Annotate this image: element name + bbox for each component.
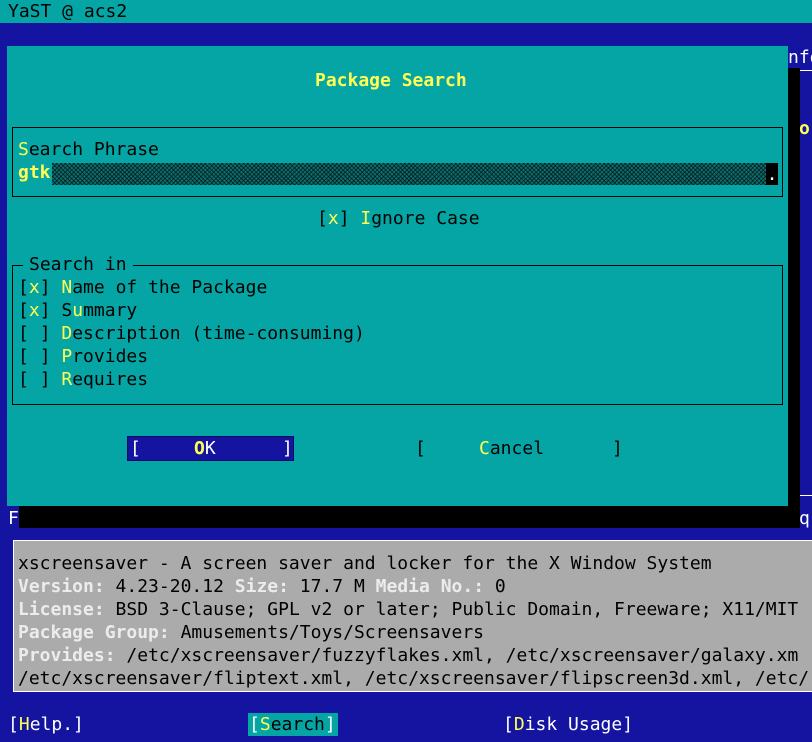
option-requires-checkbox[interactable]: [ ] Requires bbox=[18, 368, 148, 391]
window-title: YaST @ acs2 bbox=[8, 1, 128, 22]
search-input[interactable] bbox=[52, 163, 766, 185]
cancel-button-open: [ bbox=[415, 438, 426, 459]
package-heading: xscreensaver - A screen saver and locker… bbox=[18, 553, 712, 574]
option-provides-checkbox[interactable]: [ ] Provides bbox=[18, 345, 148, 368]
ok-button[interactable]: [ OK ] bbox=[127, 436, 294, 461]
disk-usage-button[interactable]: [Disk Usage] bbox=[503, 713, 633, 736]
help-button[interactable]: [Help.] bbox=[8, 713, 84, 736]
package-provides-line: Provides: /etc/xscreensaver/fuzzyflakes.… bbox=[18, 645, 799, 666]
search-in-legend: Search in bbox=[23, 253, 133, 276]
option-description-checkbox[interactable]: [ ] Description (time-consuming) bbox=[18, 322, 365, 345]
package-version-line: Version: 4.23-20.12 Size: 17.7 M Media N… bbox=[18, 576, 506, 597]
search-input-value[interactable]: gtk bbox=[18, 161, 51, 184]
cancel-button-close: ] bbox=[612, 438, 623, 459]
package-search-dialog: Package Search Search Phrase gtk [x] Ign… bbox=[7, 46, 788, 506]
search-button[interactable]: [Search] bbox=[249, 713, 336, 736]
option-summary-checkbox[interactable]: [x] Summary bbox=[18, 299, 137, 322]
search-phrase-label: Search Phrase bbox=[18, 139, 159, 160]
background-line bbox=[799, 495, 812, 496]
cancel-button[interactable]: Cancel bbox=[479, 437, 544, 460]
text-cursor: . bbox=[766, 163, 778, 185]
background-line bbox=[799, 70, 812, 71]
title-bar: YaST @ acs2 bbox=[0, 0, 812, 23]
background-fragment: F bbox=[8, 508, 19, 529]
dialog-shadow bbox=[788, 68, 800, 528]
background-fragment: o bbox=[799, 118, 810, 139]
background-fragment: q bbox=[799, 508, 810, 529]
ignore-case-checkbox[interactable]: [x] Ignore Case bbox=[317, 207, 480, 230]
package-license-line: License: BSD 3-Clause; GPL v2 or later; … bbox=[18, 599, 799, 620]
background-fragment: nfo bbox=[788, 47, 812, 68]
package-group-line: Package Group: Amusements/Toys/Screensav… bbox=[18, 622, 484, 643]
option-name-checkbox[interactable]: [x] Name of the Package bbox=[18, 276, 267, 299]
dialog-title: Package Search bbox=[315, 70, 467, 91]
package-provides-line-2: /etc/xscreensaver/fliptext.xml, /etc/xsc… bbox=[18, 668, 810, 689]
